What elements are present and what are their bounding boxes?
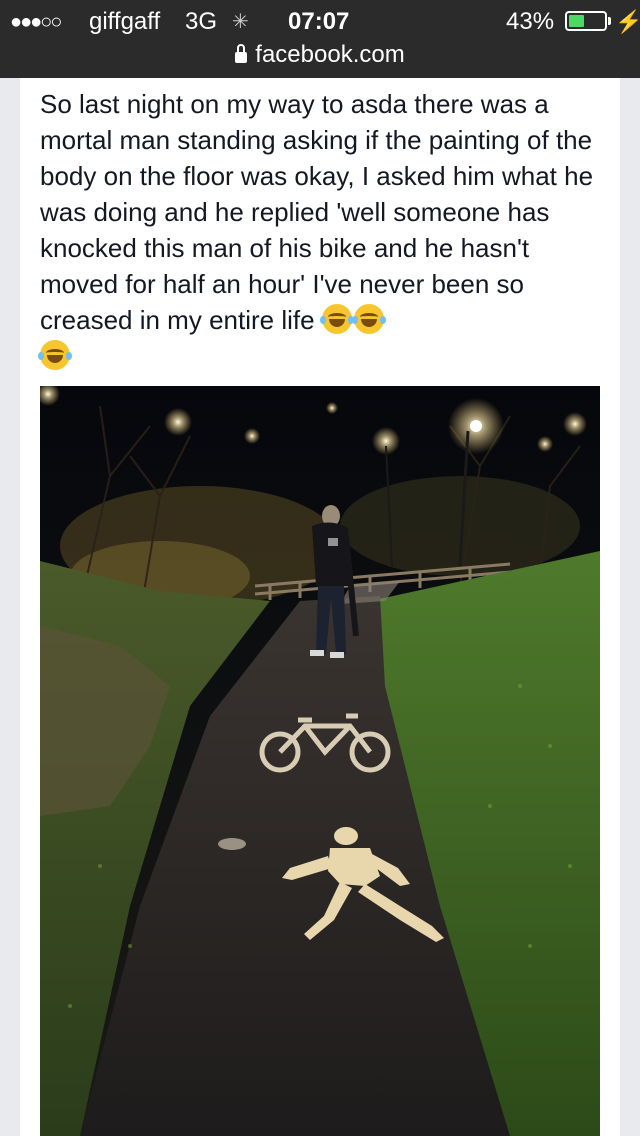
battery-icon [565,11,607,31]
network-type: 3G [185,8,218,35]
battery-tip [608,17,611,25]
address-bar[interactable]: facebook.com [0,40,640,70]
tears-of-joy-emoji [351,304,386,334]
clock: 07:07 [288,8,350,35]
carrier-name: giffgaff [89,8,161,35]
bolt-icon: ⚡ [615,9,640,34]
status-bar: ●●●○○ giffgaff 3G ✳ 07:07 43% ⚡ facebook… [0,0,640,78]
street-light [563,412,587,436]
lock-icon [235,44,248,63]
street-light [164,408,192,436]
battery-level [569,15,584,27]
post-text: So last night on my way to asda there wa… [40,89,594,335]
post-card: So last night on my way to asda there wa… [20,78,620,1136]
tears-of-joy-emoji [38,340,72,370]
url-text: facebook.com [255,41,405,68]
spinner-icon: ✳ [232,11,249,33]
post-photo[interactable] [40,386,600,1136]
battery-percent: 43% [506,8,555,35]
post-text-block: So last night on my way to asda there wa… [38,86,610,374]
tears-of-joy-emoji [319,304,354,334]
night-path-photo [40,386,600,1136]
signal-strength-icon: ●●●○○ [10,11,62,33]
